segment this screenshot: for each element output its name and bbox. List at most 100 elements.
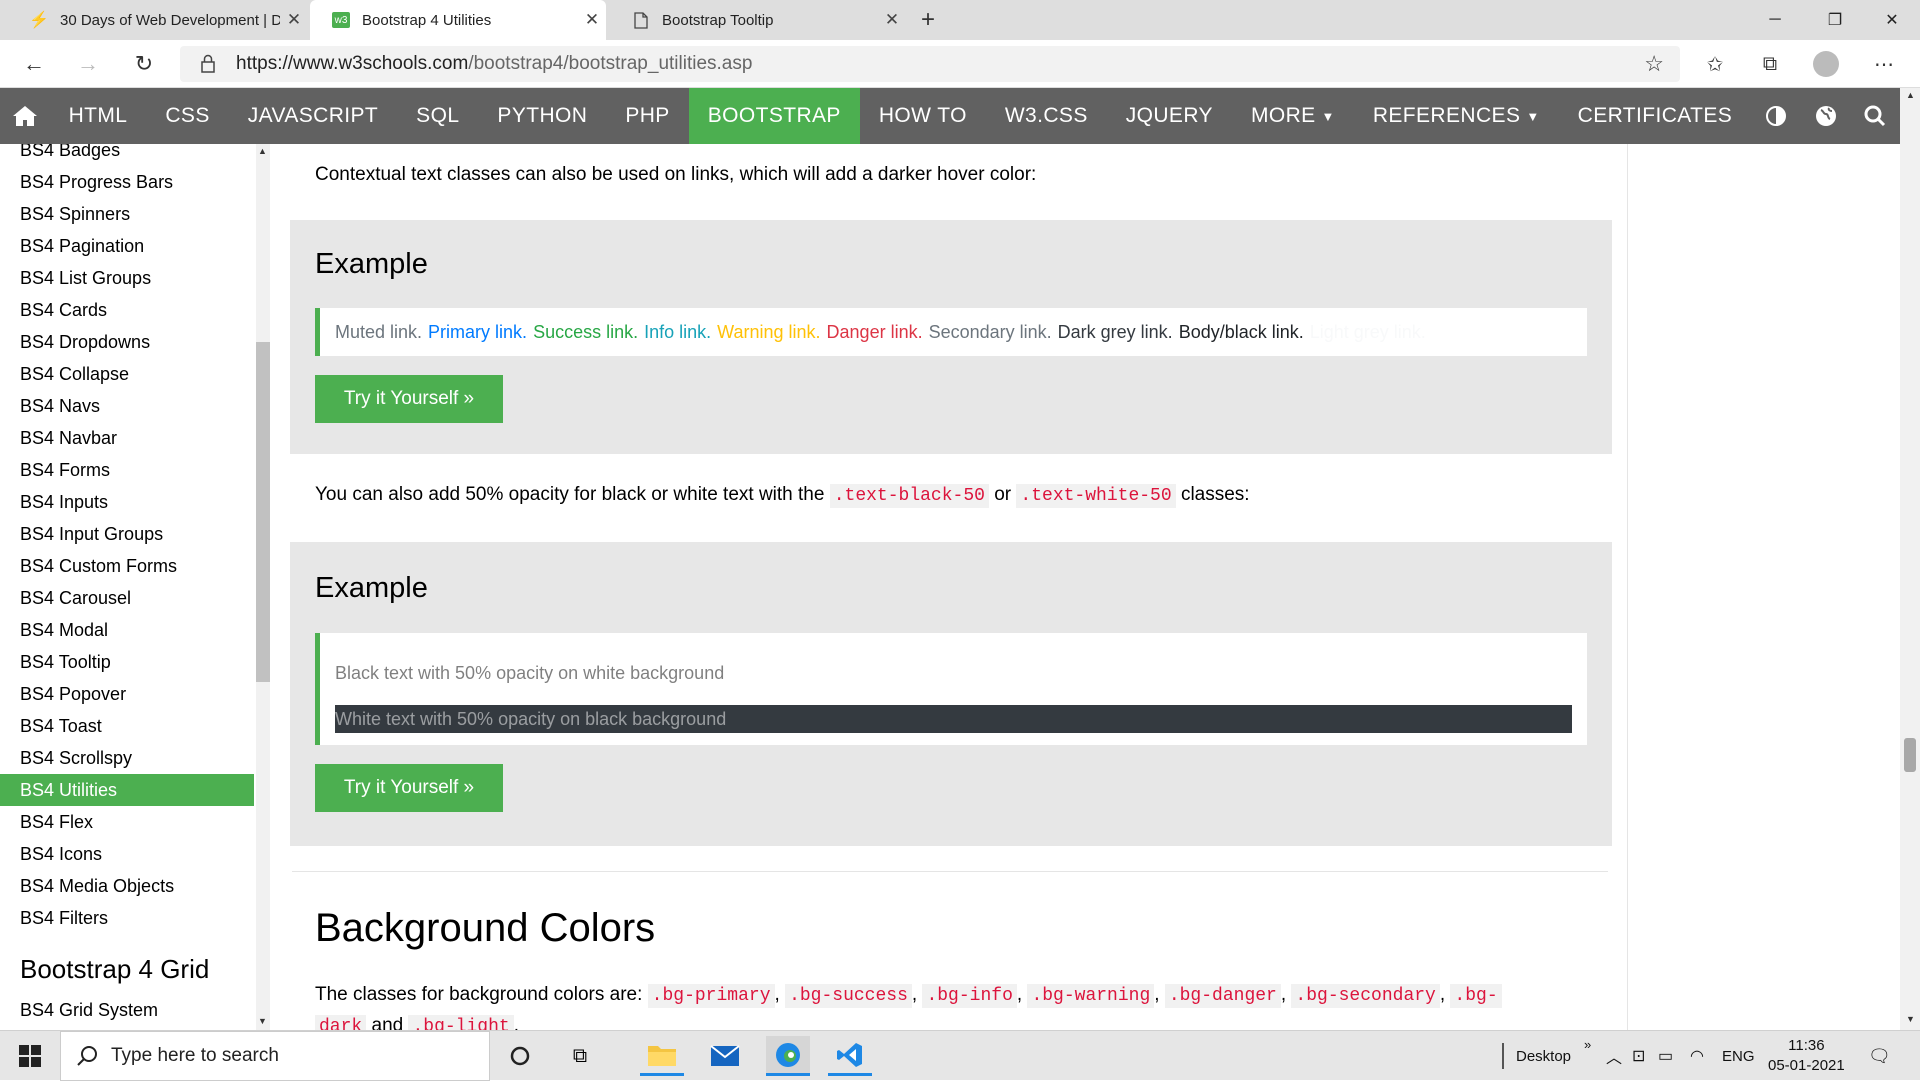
nav-references[interactable]: REFERENCES ▼ — [1354, 88, 1559, 144]
collections-icon[interactable]: ⧉ — [1752, 48, 1788, 80]
file-explorer-icon[interactable] — [640, 1036, 684, 1076]
new-tab-button[interactable]: + — [912, 4, 944, 36]
nav-bootstrap[interactable]: BOOTSTRAP — [688, 88, 860, 144]
wifi-icon[interactable]: ◠ — [1690, 1031, 1704, 1081]
tab-30-days[interactable]: ⚡ 30 Days of Web Development | D ✕ — [8, 0, 308, 40]
task-view-icon[interactable]: ⧉ — [558, 1036, 602, 1076]
sidebar-item[interactable]: BS4 Scrollspy — [0, 742, 254, 774]
desktop-toolbar[interactable]: Desktop — [1502, 1031, 1571, 1081]
nav-more[interactable]: MORE ▼ — [1232, 88, 1354, 144]
sidebar-item[interactable]: BS4 Popover — [0, 678, 254, 710]
sidebar-item[interactable]: BS4 Cards — [0, 294, 254, 326]
contextual-link[interactable]: Info link. — [644, 322, 711, 342]
toolbar-expand-icon[interactable]: » — [1584, 1019, 1591, 1069]
nav-how-to[interactable]: HOW TO — [860, 88, 986, 144]
favorite-star-icon[interactable]: ☆ — [1644, 51, 1664, 77]
sidebar-item[interactable]: BS4 Navbar — [0, 422, 254, 454]
sidebar-item[interactable]: BS4 Custom Forms — [0, 550, 254, 582]
tab-bootstrap-utilities[interactable]: w3 Bootstrap 4 Utilities ✕ — [310, 0, 606, 40]
contextual-link[interactable]: Secondary link. — [929, 322, 1052, 342]
nav-sql[interactable]: SQL — [397, 88, 478, 144]
contextual-link[interactable]: Dark grey link. — [1058, 322, 1173, 342]
notifications-icon[interactable]: 🗨 — [1868, 1031, 1891, 1081]
cortana-icon[interactable] — [498, 1036, 542, 1076]
sidebar-item[interactable]: BS4 List Groups — [0, 262, 254, 294]
sidebar-item[interactable]: BS4 Icons — [0, 838, 254, 870]
sidebar-scrollbar[interactable]: ▲ ▼ — [256, 144, 270, 1030]
clock[interactable]: 11:36 05-01-2021 — [1768, 1031, 1845, 1081]
try-it-yourself-button[interactable]: Try it Yourself » — [315, 375, 503, 423]
edge-browser-icon[interactable] — [766, 1036, 810, 1076]
sidebar-item[interactable]: BS4 Grid System — [0, 994, 254, 1026]
contextual-link[interactable]: Body/black link. — [1179, 322, 1304, 342]
scroll-up-arrow-icon[interactable]: ▲ — [258, 146, 267, 156]
sidebar-item[interactable]: BS4 Collapse — [0, 358, 254, 390]
contextual-link[interactable]: Primary link. — [428, 322, 527, 342]
contrast-icon[interactable] — [1751, 88, 1801, 144]
globe-icon[interactable] — [1801, 88, 1851, 144]
sidebar-item[interactable]: BS4 Navs — [0, 390, 254, 422]
sidebar-item[interactable]: BS4 Toast — [0, 710, 254, 742]
device-icon[interactable]: ⊡ — [1632, 1031, 1645, 1081]
windows-start-icon[interactable] — [8, 1036, 52, 1076]
close-tab-icon[interactable]: ✕ — [578, 10, 606, 30]
show-hidden-icons-icon[interactable]: ︿ — [1606, 1031, 1622, 1081]
forward-button[interactable]: → — [70, 48, 106, 80]
nav-javascript[interactable]: JAVASCRIPT — [229, 88, 397, 144]
sidebar-item-active[interactable]: BS4 Utilities — [0, 774, 254, 806]
contextual-link[interactable]: Success link. — [533, 322, 638, 342]
url-input[interactable]: https://www.w3schools.com/bootstrap4/boo… — [180, 46, 1680, 82]
vscode-icon[interactable] — [828, 1036, 872, 1076]
battery-icon[interactable]: ▭ — [1658, 1031, 1673, 1081]
nav-css[interactable]: CSS — [146, 88, 228, 144]
contextual-link[interactable]: Light grey link. — [1310, 322, 1426, 342]
close-window-button[interactable]: ✕ — [1862, 0, 1920, 40]
page-scrollbar[interactable]: ▲ ▼ — [1900, 88, 1920, 1030]
sidebar-item[interactable]: BS4 Forms — [0, 454, 254, 486]
minimize-button[interactable]: ─ — [1745, 0, 1805, 40]
contextual-link[interactable]: Warning link. — [717, 322, 820, 342]
nav-jquery[interactable]: JQUERY — [1107, 88, 1232, 144]
right-panel-divider — [1627, 144, 1628, 1030]
language-indicator[interactable]: ENG — [1722, 1031, 1755, 1081]
scroll-down-arrow-icon[interactable]: ▼ — [258, 1016, 267, 1026]
scroll-up-arrow-icon[interactable]: ▲ — [1906, 90, 1915, 100]
taskbar-search-input[interactable]: Type here to search — [60, 1031, 490, 1081]
sidebar-item[interactable]: BS4 Badges — [0, 144, 254, 166]
favorites-icon[interactable]: ✩ — [1697, 48, 1733, 80]
restore-button[interactable]: ❐ — [1805, 0, 1865, 40]
sidebar-item[interactable]: BS4 Media Objects — [0, 870, 254, 902]
tab-bootstrap-tooltip[interactable]: Bootstrap Tooltip ✕ — [610, 0, 906, 40]
nav-certificates[interactable]: CERTIFICATES — [1559, 88, 1752, 144]
sidebar-item[interactable]: BS4 Tooltip — [0, 646, 254, 678]
sidebar-item[interactable]: BS4 Pagination — [0, 230, 254, 262]
sidebar-item[interactable]: BS4 Filters — [0, 902, 254, 934]
nav-html[interactable]: HTML — [50, 88, 147, 144]
sidebar-item[interactable]: BS4 Flex — [0, 806, 254, 838]
mail-icon[interactable] — [703, 1036, 747, 1076]
nav-w3css[interactable]: W3.CSS — [986, 88, 1107, 144]
try-it-yourself-button[interactable]: Try it Yourself » — [315, 764, 503, 812]
sidebar-item[interactable]: BS4 Modal — [0, 614, 254, 646]
close-tab-icon[interactable]: ✕ — [878, 10, 906, 30]
sidebar-scroll-thumb[interactable] — [256, 342, 270, 682]
contextual-link[interactable]: Muted link. — [335, 322, 422, 342]
contextual-link[interactable]: Danger link. — [827, 322, 923, 342]
home-icon[interactable] — [0, 88, 50, 144]
nav-python[interactable]: PYTHON — [478, 88, 606, 144]
sidebar-item[interactable]: BS4 Spinners — [0, 198, 254, 230]
search-icon[interactable] — [1850, 88, 1900, 144]
scroll-down-arrow-icon[interactable]: ▼ — [1906, 1014, 1915, 1024]
nav-php[interactable]: PHP — [606, 88, 688, 144]
back-button[interactable]: ← — [16, 48, 52, 80]
sidebar-item[interactable]: BS4 Progress Bars — [0, 166, 254, 198]
sidebar-item[interactable]: BS4 Inputs — [0, 486, 254, 518]
refresh-button[interactable]: ↻ — [126, 48, 162, 80]
settings-menu-icon[interactable]: ⋯ — [1866, 48, 1902, 80]
sidebar-item[interactable]: BS4 Carousel — [0, 582, 254, 614]
close-tab-icon[interactable]: ✕ — [280, 10, 308, 30]
profile-avatar-icon[interactable] — [1808, 48, 1844, 80]
sidebar-item[interactable]: BS4 Dropdowns — [0, 326, 254, 358]
page-scroll-thumb[interactable] — [1904, 738, 1916, 772]
sidebar-item[interactable]: BS4 Input Groups — [0, 518, 254, 550]
